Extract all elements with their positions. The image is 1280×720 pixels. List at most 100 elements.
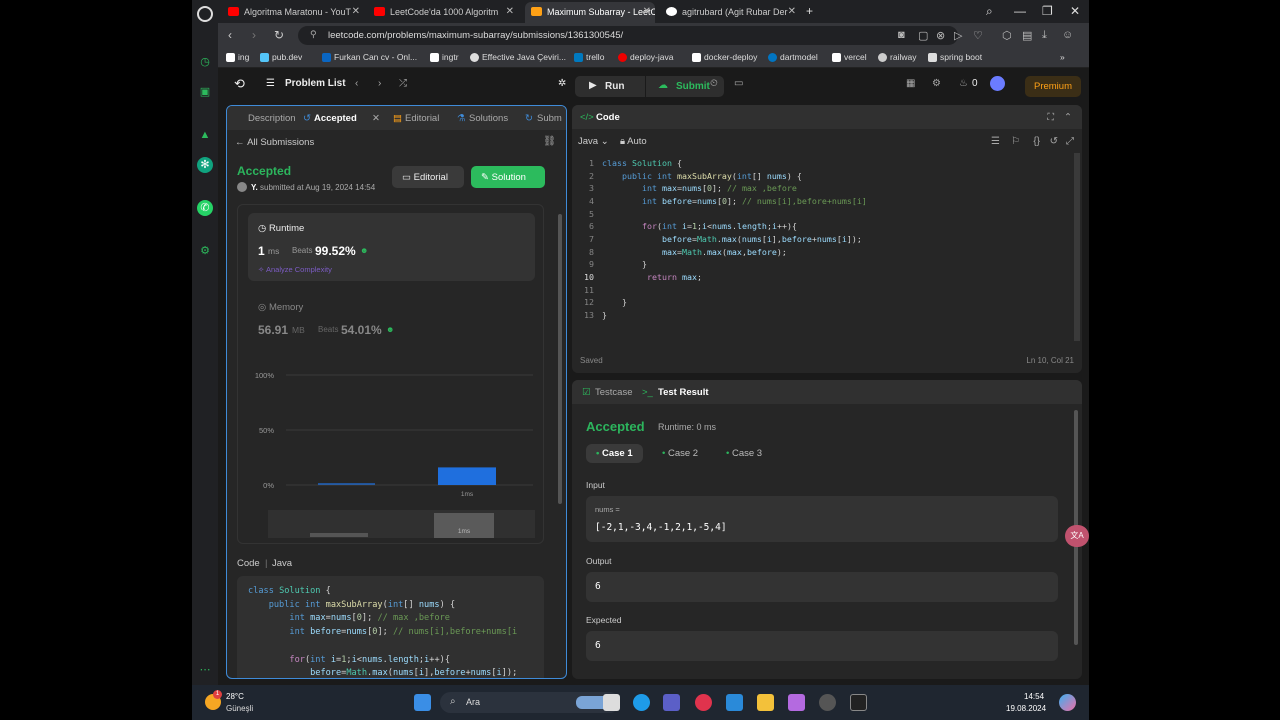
bookmarks-overflow-icon[interactable]: »: [1060, 52, 1065, 62]
editor-scrollbar[interactable]: [1074, 153, 1080, 341]
problem-list-icon[interactable]: ☰: [266, 78, 275, 89]
reload-icon[interactable]: ↻: [274, 28, 284, 42]
maximize-icon[interactable]: ❐: [1042, 4, 1053, 18]
problem-list-link[interactable]: Problem List: [285, 78, 346, 89]
link-icon[interactable]: ⛓: [543, 136, 556, 147]
vscode-icon[interactable]: [726, 694, 743, 711]
prev-problem-icon[interactable]: ‹: [355, 78, 358, 89]
case-tab-3[interactable]: • Case 3: [716, 444, 772, 463]
format-icon[interactable]: ☰: [991, 136, 1000, 147]
gear-icon[interactable]: ⚙: [932, 78, 941, 89]
premium-button[interactable]: Premium: [1025, 76, 1081, 97]
case-tab-1[interactable]: • Case 1: [586, 444, 643, 463]
settings-icon[interactable]: ⚙: [197, 243, 213, 259]
solution-button[interactable]: ✎ Solution: [471, 166, 545, 188]
chatgpt-icon[interactable]: ✻: [197, 157, 213, 173]
tab-youtube-2[interactable]: LeetCode'da 1000 Algoritm ✕: [368, 2, 518, 23]
taskbar-search[interactable]: ⌕ Ara: [440, 692, 620, 713]
input-box[interactable]: nums = [-2,1,-3,4,-1,2,1,-5,4]: [586, 496, 1058, 542]
tab-description[interactable]: Description: [248, 113, 296, 124]
new-tab-button[interactable]: +: [806, 4, 813, 18]
search-icon[interactable]: ⌕: [986, 4, 993, 19]
collapse-icon[interactable]: ⌃: [1064, 112, 1072, 123]
expected-box[interactable]: 6: [586, 631, 1058, 661]
translate-icon[interactable]: 文A: [1065, 525, 1089, 547]
bookmark-item[interactable]: vercel: [832, 52, 867, 62]
epic-games-icon[interactable]: [850, 694, 867, 711]
fullscreen-icon[interactable]: ⛶: [1047, 112, 1054, 123]
whatsapp-icon[interactable]: ✆: [197, 200, 213, 216]
tab-accepted[interactable]: Accepted: [314, 113, 357, 124]
download-icon[interactable]: ⤓: [1042, 29, 1047, 42]
all-submissions-link[interactable]: ← All Submissions: [235, 137, 314, 148]
shuffle-icon[interactable]: ⤮: [399, 78, 407, 89]
file-explorer-icon[interactable]: [757, 694, 774, 711]
clock-time[interactable]: 14:54: [1024, 692, 1044, 701]
app-icon[interactable]: [788, 694, 805, 711]
debug-icon[interactable]: ✲: [558, 78, 566, 89]
tab-test-result[interactable]: Test Result: [658, 387, 709, 398]
send-icon[interactable]: ▷: [954, 29, 962, 42]
next-problem-icon[interactable]: ›: [378, 78, 381, 89]
bag-icon[interactable]: ▣: [197, 84, 213, 100]
expand-icon[interactable]: ⤢: [1066, 136, 1074, 147]
output-box[interactable]: 6: [586, 572, 1058, 602]
browser-logo-icon[interactable]: [197, 6, 213, 22]
reset-icon[interactable]: ↺: [1050, 136, 1058, 147]
bookmark-item[interactable]: railway: [878, 52, 916, 62]
tab-submissions[interactable]: Subm: [537, 113, 562, 124]
favorite-icon[interactable]: ♡: [973, 29, 983, 42]
bookmark-item[interactable]: Furkan Can cv - Onl...: [322, 52, 417, 62]
editorial-button[interactable]: ▭ Editorial: [392, 166, 464, 188]
bookmark-item[interactable]: trello: [574, 52, 604, 62]
bookmark-item[interactable]: ing: [226, 52, 249, 62]
speed-dial-icon[interactable]: ◷: [197, 54, 213, 70]
analyze-complexity-link[interactable]: ✧ Analyze Complexity: [258, 265, 332, 274]
teams-icon[interactable]: [663, 694, 680, 711]
tab-github[interactable]: agitrubard (Agit Rubar Der ✕: [660, 2, 800, 23]
screenshot-icon[interactable]: ▢: [918, 29, 928, 42]
leetcode-logo-icon[interactable]: ⟲: [234, 76, 245, 92]
avatar[interactable]: [990, 76, 1005, 91]
note-icon[interactable]: ▭: [734, 78, 743, 89]
runtime-card[interactable]: ◷ Runtime 1 ms Beats 99.52% ☻ ✧ Analyze …: [248, 213, 535, 281]
close-icon[interactable]: ✕: [643, 6, 651, 17]
block-icon[interactable]: ⊗: [936, 29, 945, 42]
extensions-icon[interactable]: ⬡: [1002, 29, 1012, 42]
bookmark-item[interactable]: dartmodel: [768, 52, 818, 62]
copilot-icon[interactable]: [1059, 694, 1076, 711]
code-editor[interactable]: 1 class Solution {2 public int maxSubArra…: [572, 158, 1072, 343]
user-avatar[interactable]: [237, 182, 247, 192]
close-icon[interactable]: ✕: [506, 6, 514, 17]
profile-icon[interactable]: ☺: [1062, 29, 1073, 41]
braces-icon[interactable]: {}: [1033, 136, 1040, 147]
window-close-icon[interactable]: ✕: [1070, 4, 1080, 18]
windows-start-icon[interactable]: [414, 694, 431, 711]
timer-icon[interactable]: ⏲: [710, 78, 718, 89]
bookmark-item[interactable]: deploy-java: [618, 52, 673, 62]
close-tab-icon[interactable]: ✕: [372, 113, 380, 124]
triangle-app-icon[interactable]: ▲: [197, 127, 213, 143]
bookmark-item[interactable]: Effective Java Çeviri...: [470, 52, 566, 62]
language-select[interactable]: Java ⌄: [578, 136, 609, 147]
close-icon[interactable]: ✕: [788, 6, 796, 17]
username[interactable]: Y.: [251, 183, 258, 192]
run-button[interactable]: ▶ Run: [575, 76, 645, 97]
tab-editorial[interactable]: Editorial: [405, 113, 439, 124]
case-tab-2[interactable]: • Case 2: [652, 444, 708, 463]
tab-youtube-1[interactable]: Algoritma Maratonu - YouT ✕: [222, 2, 364, 23]
task-view-icon[interactable]: [603, 694, 620, 711]
edge-icon[interactable]: [633, 694, 650, 711]
site-info-icon[interactable]: ⚲: [310, 29, 317, 40]
forward-icon[interactable]: ›: [252, 28, 256, 42]
memory-label[interactable]: ◎ Memory: [258, 302, 303, 313]
camera-icon[interactable]: ◙: [898, 29, 905, 41]
back-icon[interactable]: ‹: [228, 28, 232, 42]
github-desktop-icon[interactable]: [819, 694, 836, 711]
address-bar[interactable]: ⚲ leetcode.com/problems/maximum-subarray…: [298, 26, 958, 45]
opera-icon[interactable]: [695, 694, 712, 711]
weather-desc[interactable]: Güneşli: [226, 704, 253, 713]
tab-solutions[interactable]: Solutions: [469, 113, 508, 124]
bookmark-icon[interactable]: ⚐: [1011, 136, 1020, 147]
auto-mode[interactable]: 🔒︎ Auto: [620, 136, 647, 147]
